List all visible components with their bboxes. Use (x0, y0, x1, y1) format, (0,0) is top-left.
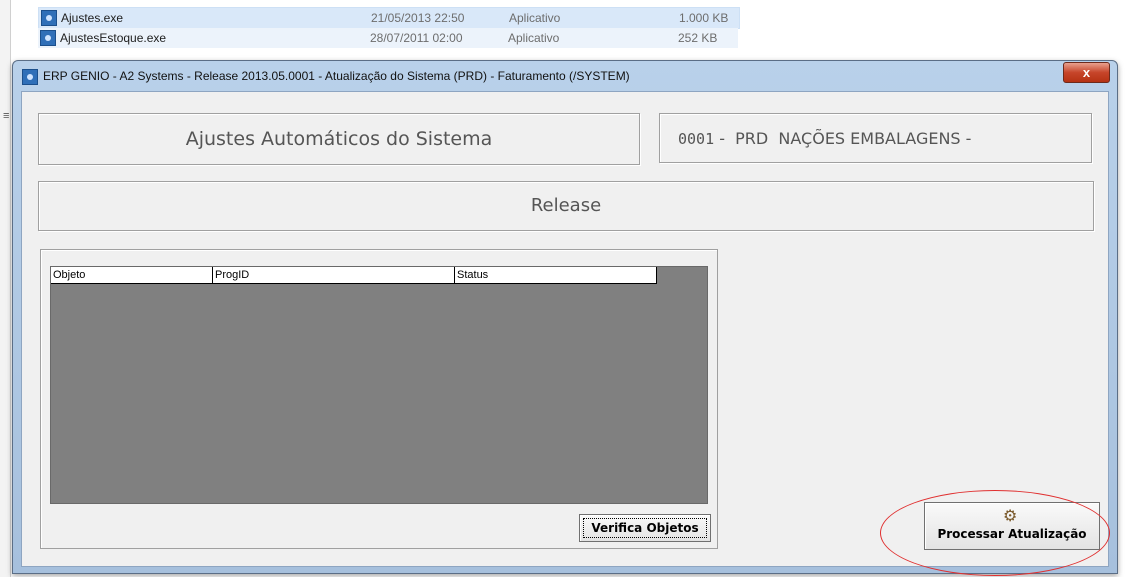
release-label: Release (38, 181, 1094, 231)
page-title: Ajustes Automáticos do Sistema (38, 113, 640, 165)
verify-objects-button[interactable]: Verifica Objetos (579, 514, 711, 542)
file-date: 21/05/2013 22:50 (371, 11, 465, 25)
file-name: AjustesEstoque.exe (60, 31, 167, 45)
company-panel: 0001 - PRD NAÇÕES EMBALAGENS - (659, 113, 1092, 163)
title-bar[interactable]: ERP GENIO - A2 Systems - Release 2013.05… (13, 61, 1117, 91)
close-icon: x (1082, 65, 1091, 80)
gear-icon: ⚙ (1003, 506, 1018, 525)
file-size: 252 KB (678, 31, 718, 45)
file-type: Aplicativo (508, 31, 560, 45)
focus-rectangle (583, 518, 707, 538)
file-name: Ajustes.exe (61, 11, 124, 25)
process-update-button[interactable]: ⚙ Processar Atualização (924, 502, 1100, 550)
column-header-objeto[interactable]: Objeto (51, 267, 213, 284)
close-button[interactable]: x (1063, 62, 1110, 83)
objects-group: Objeto ProgID Status Verifica Objetos (40, 249, 718, 549)
column-header-status[interactable]: Status (455, 267, 657, 284)
file-size: 1.000 KB (679, 11, 729, 25)
file-row-ajustes[interactable]: Ajustes.exe 21/05/2013 22:50 Aplicativo … (38, 7, 740, 29)
app-exe-icon (40, 30, 56, 46)
app-exe-icon (41, 10, 57, 26)
dialog-client-area: Ajustes Automáticos do Sistema 0001 - PR… (21, 91, 1109, 567)
splitter-grip-icon: ≡ (3, 110, 10, 122)
file-row-ajustesestoque[interactable]: AjustesEstoque.exe 28/07/2011 02:00 Apli… (38, 28, 738, 48)
explorer-left-edge: ≡ (0, 0, 11, 577)
app-icon (22, 69, 38, 85)
column-header-progid[interactable]: ProgID (213, 267, 455, 284)
objects-list[interactable]: Objeto ProgID Status (50, 266, 708, 504)
process-update-label: Processar Atualização (937, 527, 1087, 541)
objects-list-header: Objeto ProgID Status (51, 267, 657, 284)
update-dialog-window: ERP GENIO - A2 Systems - Release 2013.05… (12, 60, 1118, 574)
company-code: 0001 (678, 130, 715, 148)
company-name: - PRD NAÇÕES EMBALAGENS - (714, 129, 972, 148)
file-type: Aplicativo (509, 11, 561, 25)
window-title: ERP GENIO - A2 Systems - Release 2013.05… (43, 69, 630, 83)
file-date: 28/07/2011 02:00 (370, 31, 463, 45)
